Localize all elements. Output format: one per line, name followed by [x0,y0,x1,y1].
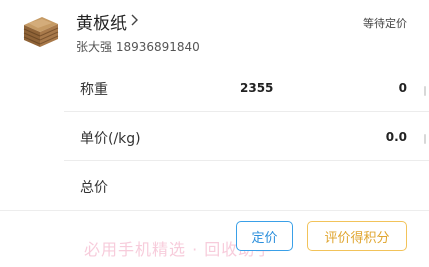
order-status: 等待定价 [363,17,407,30]
material-name: 黄板纸 [76,14,127,34]
cardboard-thumbnail [20,11,62,53]
material-title[interactable]: 黄板纸 [76,9,139,34]
unit-price-row: 单价(/kg) 0.0 [64,113,429,161]
action-bar: 必用手机精选 · 回收助手 定价 评价得积分 [0,210,429,267]
total-price-label: 总价 [80,180,108,196]
weight-value: 2355 [240,81,274,95]
weight-row: 称重 2355 0 [64,64,429,112]
unit-price-value: 0.0 [385,130,407,144]
seller-contact: 张大强 18936891840 [76,40,200,54]
scroll-indicator [424,86,426,96]
weight-amount: 0 [398,81,407,95]
order-header[interactable]: 黄板纸 张大强 18936891840 等待定价 [0,0,429,64]
weight-label: 称重 [80,82,108,98]
unit-price-label: 单价(/kg) [80,131,141,147]
chevron-right-icon [130,13,139,30]
total-price-row: 总价 [64,162,429,210]
scroll-indicator [424,134,426,144]
set-price-button[interactable]: 定价 [236,221,293,251]
rate-for-points-button[interactable]: 评价得积分 [307,221,407,251]
